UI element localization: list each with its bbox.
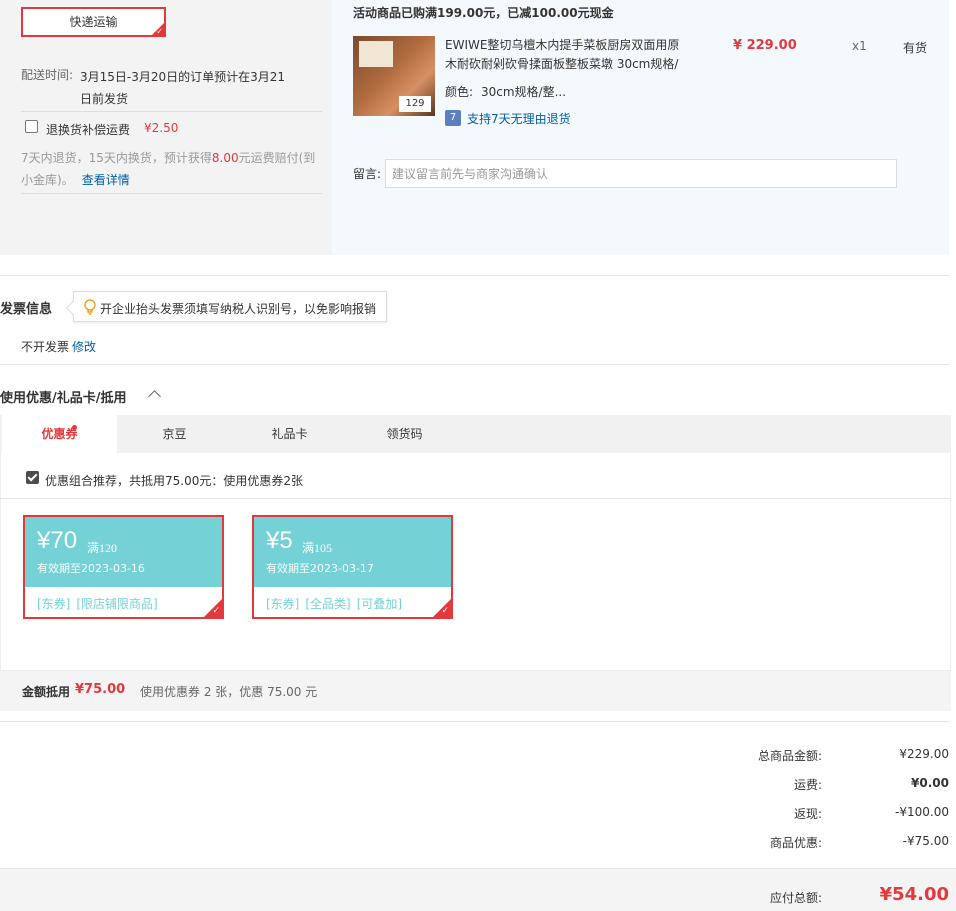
total-goods-value: ¥229.00 (899, 747, 949, 761)
payable-value: ¥54.00 (879, 884, 949, 905)
product-image[interactable]: 129 (353, 36, 435, 116)
recommend-text: 优惠组合推荐，共抵用75.00元：使用优惠券2张 (45, 474, 303, 488)
coupon-amount: ¥70 (37, 527, 78, 554)
product-title[interactable]: EWIWE整切乌檀木内提手菜板厨房双面用原木耐砍耐剁砍骨揉面板整板菜墩 30cm… (445, 36, 685, 74)
product-discount-value: -¥75.00 (902, 834, 949, 848)
color-value: 30cm规格/整... (481, 85, 567, 99)
tab-gift-card[interactable]: 礼品卡 (232, 415, 347, 453)
seven-day-return-link[interactable]: 支持7天无理由退货 (467, 110, 571, 127)
invoice-edit-link[interactable]: 修改 (72, 338, 96, 355)
express-shipping-label: 快递运输 (69, 15, 118, 29)
coupon-condition: 满120 (87, 541, 118, 555)
divider (21, 111, 322, 112)
message-label: 留言: (353, 167, 382, 181)
invoice-value: 不开发票 (21, 340, 70, 354)
tab-redeem-code[interactable]: 领货码 (347, 415, 462, 453)
check-icon: ✓ (212, 606, 220, 616)
return-insurance-desc: 7天内退货，15天内换货，预计获得8.00元运费赔付(到小金库)。 查看详情 (21, 151, 316, 187)
tab-coupons[interactable]: 优惠券 (2, 415, 117, 453)
discount-section-title[interactable]: 使用优惠/礼品卡/抵用 (0, 387, 127, 406)
new-dot-badge (72, 425, 77, 430)
color-label: 颜色: (445, 85, 474, 99)
total-goods-label: 总商品金额: (757, 749, 822, 763)
product-image-price: 129 (399, 96, 431, 112)
tab-jingdou[interactable]: 京豆 (117, 415, 232, 453)
return-insurance-checkbox[interactable] (25, 120, 38, 133)
divider (0, 721, 949, 722)
seven-day-return-icon: 7 (445, 110, 461, 126)
invoice-title: 发票信息 (0, 302, 53, 317)
cashback-label: 返现: (793, 807, 822, 821)
product-stock: 有货 (903, 41, 928, 55)
product-quantity: x1 (852, 39, 867, 53)
shipping-fee-value: ¥0.00 (911, 776, 949, 790)
coupon-condition: 满105 (302, 541, 333, 555)
coupon-amount: ¥5 (266, 527, 293, 554)
check-icon: ✓ (441, 606, 449, 616)
coupon-expiry: 有效期至2023-03-17 (266, 562, 374, 575)
return-insurance-label: 退换货补偿运费 (46, 123, 131, 137)
product-image-tag (359, 41, 393, 67)
product-price: ¥ 229.00 (733, 38, 797, 53)
invoice-tip: 开企业抬头发票须填写纳税人识别号，以免影响报销 (65, 291, 387, 322)
check-icon: ✓ (156, 27, 163, 36)
message-input[interactable] (385, 159, 897, 188)
tip-arrow (65, 300, 81, 316)
divider (21, 193, 322, 194)
shipping-fee-label: 运费: (793, 778, 822, 792)
express-shipping-option[interactable]: 快递运输 ✓ (21, 7, 166, 37)
coupon-summary-desc: 使用优惠券 2 张，优惠 75.00 元 (140, 685, 318, 699)
coupon-summary-amount: ¥75.00 (75, 682, 126, 697)
divider (0, 364, 949, 365)
recommend-checkbox[interactable] (26, 471, 39, 484)
promo-title: 活动商品已购满199.00元，已减100.00元现金 (353, 6, 614, 20)
lightbulb-icon (84, 299, 96, 315)
divider (0, 498, 951, 499)
view-details-link[interactable]: 查看详情 (82, 173, 130, 187)
coupon-card[interactable]: ¥70 满120 有效期至2023-03-16 [东券] [限店铺限商品] ✓ (23, 515, 224, 619)
coupon-card[interactable]: ¥5 满105 有效期至2023-03-17 [东券] [全品类] [可叠加] ✓ (252, 515, 453, 619)
coupon-expiry: 有效期至2023-03-16 (37, 562, 145, 575)
return-insurance-price: ¥2.50 (144, 121, 179, 135)
coupon-tags: [东券] [限店铺限商品] (37, 597, 158, 611)
cashback-value: -¥100.00 (895, 805, 949, 819)
delivery-time-value: 3月15日-3月20日的订单预计在3月21日前发货 (80, 70, 286, 106)
chevron-up-icon[interactable] (148, 390, 161, 403)
invoice-tip-text: 开企业抬头发票须填写纳税人识别号，以免影响报销 (100, 302, 377, 316)
coupon-summary-label: 金额抵用 (22, 685, 71, 699)
delivery-time-label: 配送时间: (21, 68, 74, 82)
coupon-tags: [东券] [全品类] [可叠加] (266, 597, 403, 611)
divider (0, 275, 949, 276)
product-discount-label: 商品优惠: (769, 836, 822, 850)
